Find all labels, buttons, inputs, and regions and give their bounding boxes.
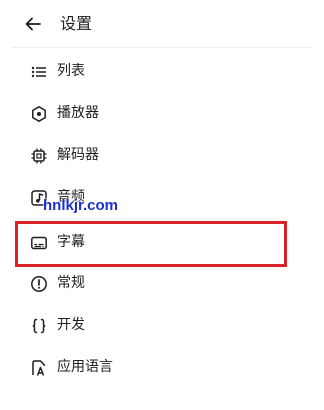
menu-item-decoder[interactable]: 解码器 [0, 136, 324, 176]
language-icon [30, 359, 48, 377]
app-header: 设置 [0, 0, 324, 46]
menu-item-general[interactable]: 常规 [0, 264, 324, 304]
arrow-left-icon[interactable] [23, 14, 43, 34]
header-divider [12, 47, 312, 48]
page-title: 设置 [60, 14, 93, 33]
menu-item-label: 播放器 [57, 105, 99, 121]
watermark: hnlkjr.com [43, 197, 119, 214]
list-icon [30, 63, 48, 81]
hexagon-dot-icon [30, 105, 48, 123]
code-braces-icon [30, 317, 48, 335]
menu-item-label: 解码器 [57, 147, 99, 163]
highlight-box [15, 221, 287, 267]
menu-item-label: 应用语言 [57, 359, 113, 375]
chip-icon [30, 147, 48, 165]
menu-item-label: 开发 [57, 317, 85, 333]
menu-item-app-language[interactable]: 应用语言 [0, 348, 324, 388]
menu-item-label: 常规 [57, 275, 85, 291]
menu-item-developer[interactable]: 开发 [0, 306, 324, 346]
menu-item-player[interactable]: 播放器 [0, 94, 324, 134]
menu-item-list[interactable]: 列表 [0, 52, 324, 92]
menu-item-label: 列表 [57, 63, 85, 79]
info-circle-icon [30, 275, 48, 293]
